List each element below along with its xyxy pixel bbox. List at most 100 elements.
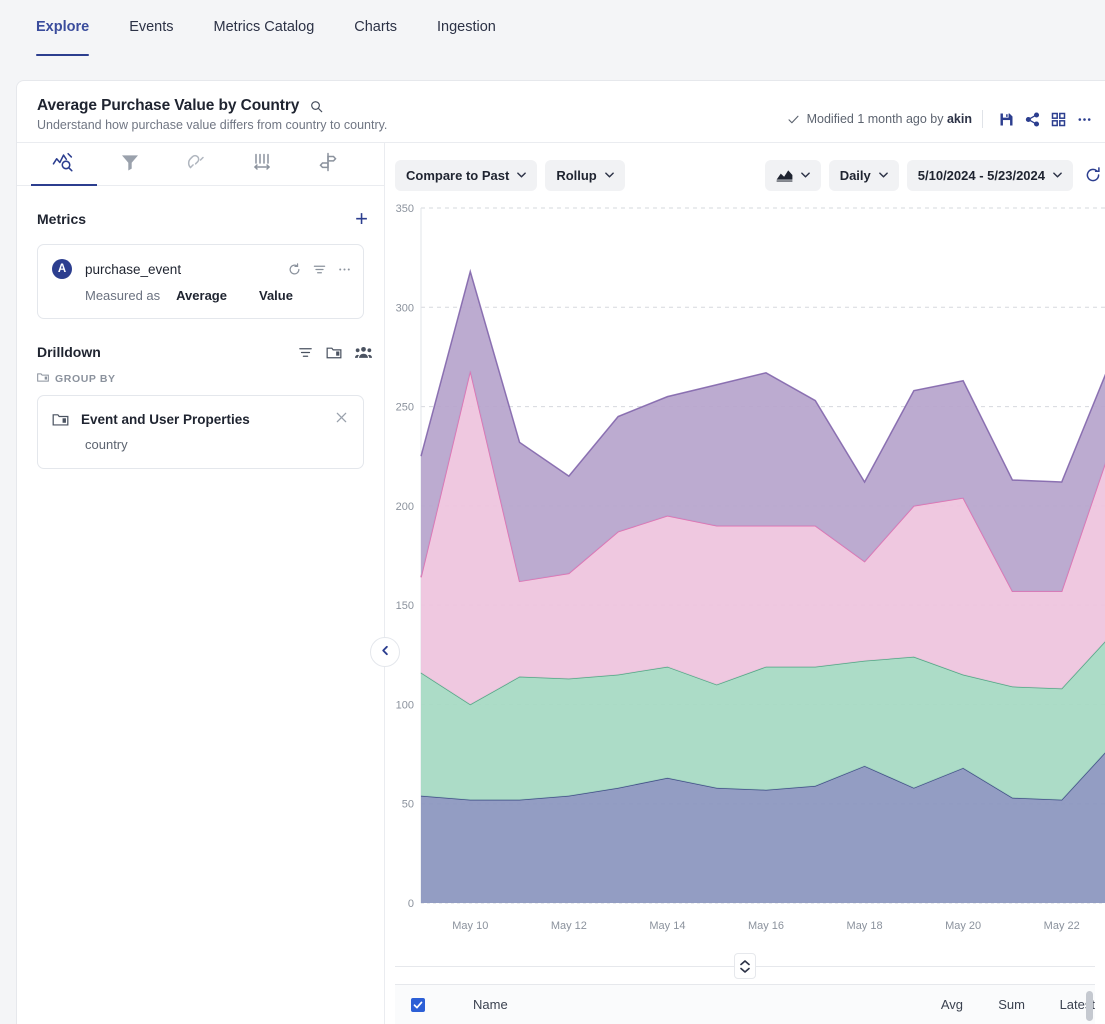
refresh-icon[interactable] — [1081, 167, 1105, 183]
add-metric-button[interactable]: + — [351, 208, 372, 230]
chart-type-button[interactable] — [764, 159, 821, 191]
compare-to-past-label: Compare to Past — [406, 167, 510, 183]
panel-tabs — [17, 143, 384, 186]
nav-tab-ingestion[interactable]: Ingestion — [417, 0, 516, 56]
folder-icon[interactable] — [326, 345, 342, 360]
more-icon[interactable] — [1071, 106, 1097, 132]
chevron-down-icon — [1053, 170, 1062, 180]
more-icon[interactable] — [338, 263, 351, 276]
svg-text:350: 350 — [396, 203, 414, 215]
column-header-sum[interactable]: Sum — [963, 997, 1025, 1012]
chevron-down-icon — [740, 967, 750, 973]
svg-text:250: 250 — [396, 402, 414, 414]
panel-tab-signpost[interactable] — [295, 143, 361, 186]
modified-prefix: Modified 1 month ago by — [806, 112, 947, 126]
card-header: Average Purchase Value by Country Unders… — [17, 81, 1105, 143]
signpost-icon — [318, 152, 338, 177]
divider — [982, 110, 983, 128]
drilldown-actions — [298, 345, 372, 360]
svg-text:May 14: May 14 — [649, 920, 685, 932]
rollup-button[interactable]: Rollup — [545, 159, 625, 191]
drilldown-title: Drilldown — [37, 344, 101, 360]
svg-text:May 22: May 22 — [1044, 920, 1080, 932]
title-row: Average Purchase Value by Country — [37, 97, 387, 115]
svg-text:0: 0 — [408, 898, 414, 910]
metric-row: A purchase_event — [38, 245, 363, 279]
date-range-button[interactable]: 5/10/2024 - 5/23/2024 — [906, 159, 1073, 191]
grid-icon[interactable] — [1045, 106, 1071, 132]
metrics-section-header: Metrics + — [17, 208, 384, 230]
chevron-down-icon — [517, 170, 527, 180]
left-panel: Metrics + A purchase_event Measured as A… — [17, 143, 400, 1024]
metrics-title: Metrics — [37, 211, 87, 227]
svg-text:300: 300 — [396, 302, 414, 314]
card-body: Metrics + A purchase_event Measured as A… — [17, 143, 1105, 1024]
filter-icon[interactable] — [313, 263, 326, 276]
drilldown-value[interactable]: country — [38, 428, 363, 468]
folder-icon — [52, 412, 69, 427]
stacked-area-chart[interactable]: 0 50 100 150 200 250 300 350 May 10 May 12 May 14 M… — [385, 193, 1105, 948]
compare-to-past-button[interactable]: Compare to Past — [395, 159, 538, 191]
top-navigation: Explore Events Metrics Catalog Charts Ingest… — [0, 0, 1105, 56]
users-icon[interactable] — [355, 345, 372, 359]
reset-icon[interactable] — [288, 262, 301, 276]
svg-text:200: 200 — [396, 501, 414, 513]
measured-as-label: Measured as — [85, 288, 161, 303]
panel-tab-filter[interactable] — [97, 143, 163, 186]
panel-tab-distribution[interactable] — [229, 143, 295, 186]
select-all-checkbox[interactable] — [411, 997, 425, 1012]
svg-text:May 10: May 10 — [452, 920, 488, 932]
save-icon[interactable] — [993, 106, 1019, 132]
group-by-label-row: GROUP BY — [17, 360, 384, 386]
interval-button[interactable]: Daily — [828, 159, 899, 191]
metric-card[interactable]: A purchase_event Measured as Average Val… — [37, 244, 364, 319]
collapse-panel-button[interactable] — [370, 637, 400, 667]
chevron-down-icon — [800, 170, 810, 180]
svg-text:100: 100 — [396, 699, 414, 711]
chart-search-icon — [52, 151, 76, 178]
filter-icon[interactable] — [298, 345, 313, 360]
group-by-text: GROUP BY — [55, 373, 116, 385]
page-title: Average Purchase Value by Country — [37, 97, 300, 114]
interval-label: Daily — [839, 167, 871, 183]
area-chart-icon — [776, 169, 793, 182]
field-value[interactable]: Value — [259, 288, 293, 303]
filter-icon — [121, 153, 139, 176]
close-icon[interactable] — [332, 411, 351, 428]
chevron-down-icon — [878, 170, 888, 180]
resize-handle[interactable] — [734, 953, 756, 979]
chart-panel: Compare to Past Rollup Daily 5/10/2024 -… — [385, 143, 1105, 1024]
header-actions: Modified 1 month ago by akin — [787, 106, 1105, 132]
nav-tab-metrics-catalog[interactable]: Metrics Catalog — [194, 0, 335, 56]
aggregation-value[interactable]: Average — [176, 288, 227, 303]
svg-text:50: 50 — [402, 799, 414, 811]
chevron-down-icon — [604, 170, 614, 180]
drilldown-card-header: Event and User Properties — [38, 396, 363, 428]
chart-area[interactable]: 0 50 100 150 200 250 300 350 May 10 May 12 May 14 M… — [385, 193, 1105, 948]
svg-text:May 18: May 18 — [847, 920, 883, 932]
share-icon[interactable] — [1019, 106, 1045, 132]
metric-name[interactable]: purchase_event — [85, 262, 288, 277]
drilldown-card[interactable]: Event and User Properties country — [37, 395, 364, 469]
panel-tab-magnet[interactable] — [163, 143, 229, 186]
column-header-avg[interactable]: Avg — [901, 997, 963, 1012]
table-scrollbar[interactable] — [1086, 991, 1093, 1021]
nav-tab-charts[interactable]: Charts — [334, 0, 417, 56]
rollup-label: Rollup — [556, 167, 597, 183]
svg-text:May 16: May 16 — [748, 920, 784, 932]
folder-icon — [37, 372, 49, 386]
chevron-left-icon — [380, 643, 391, 661]
drilldown-section-header: Drilldown — [17, 344, 384, 360]
metric-badge: A — [52, 259, 72, 279]
nav-tab-explore[interactable]: Explore — [16, 0, 109, 56]
modified-user: akin — [946, 112, 972, 126]
title-block: Average Purchase Value by Country Unders… — [37, 97, 387, 132]
panel-tab-chart-search[interactable] — [31, 143, 97, 186]
svg-text:150: 150 — [396, 600, 414, 612]
nav-tab-events[interactable]: Events — [109, 0, 193, 56]
column-header-latest[interactable]: Latest — [1025, 997, 1095, 1012]
chart-resize-area — [385, 948, 1105, 984]
column-header-name[interactable]: Name — [473, 997, 901, 1012]
main-card: Average Purchase Value by Country Unders… — [16, 80, 1105, 1024]
search-icon[interactable] — [310, 100, 323, 113]
